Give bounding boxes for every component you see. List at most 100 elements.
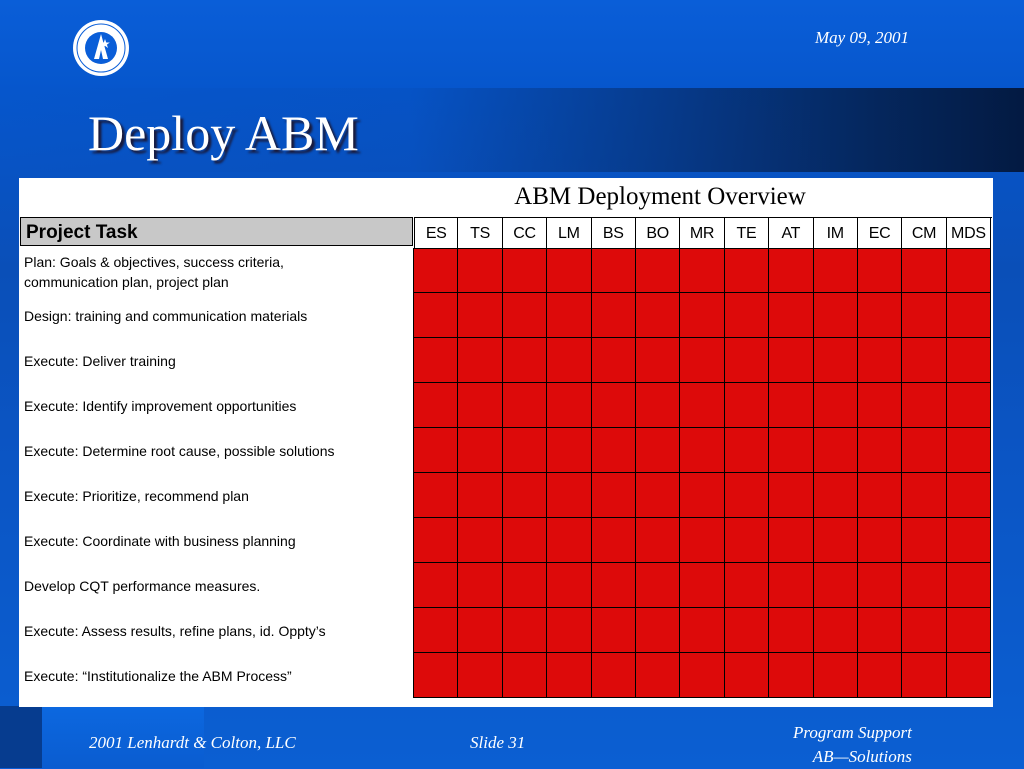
footer-copyright: 2001 Lenhardt & Colton, LLC xyxy=(89,733,296,752)
status-cell-te xyxy=(724,563,770,608)
task-text-line1: Execute: Deliver training xyxy=(24,352,176,369)
status-cells xyxy=(413,383,992,428)
task-cell: Execute: Assess results, refine plans, i… xyxy=(20,608,413,653)
column-header-te: TE xyxy=(725,218,770,249)
status-cells xyxy=(413,518,992,563)
status-cell-cc xyxy=(502,518,548,563)
status-cell-im xyxy=(813,428,858,473)
status-cell-mr xyxy=(680,518,725,563)
task-cell: Plan: Goals & objectives, success criter… xyxy=(20,248,413,293)
status-cell-cc xyxy=(502,653,548,698)
column-header-es: ES xyxy=(414,218,459,249)
task-cell: Execute: Identify improvement opportunit… xyxy=(20,383,413,428)
column-header-im: IM xyxy=(814,218,858,249)
status-cell-bs xyxy=(591,473,636,518)
task-text-line1: Execute: Assess results, refine plans, i… xyxy=(24,622,326,639)
status-cell-bo xyxy=(635,338,681,383)
status-cell-at xyxy=(769,473,814,518)
table-row: Execute: Determine root cause, possible … xyxy=(20,428,992,473)
status-cell-lm xyxy=(547,248,592,293)
status-cell-bs xyxy=(591,653,636,698)
status-cell-bo xyxy=(635,293,681,338)
status-cell-lm xyxy=(547,428,592,473)
status-cell-ts xyxy=(458,473,503,518)
footer-program-line1: Program Support xyxy=(793,723,912,742)
task-text: Execute: Coordinate with business planni… xyxy=(24,531,296,551)
status-cell-im xyxy=(813,338,858,383)
status-cell-at xyxy=(769,293,814,338)
status-cell-bs xyxy=(591,338,636,383)
table-row: Design: training and communication mater… xyxy=(20,293,992,338)
status-cell-cm xyxy=(902,338,947,383)
status-cell-ec xyxy=(857,473,903,518)
status-cell-ts xyxy=(458,653,503,698)
status-cell-at xyxy=(769,383,814,428)
table-row: Execute: “Institutionalize the ABM Proce… xyxy=(20,653,992,698)
status-cell-mds xyxy=(946,338,992,383)
status-cell-bs xyxy=(591,563,636,608)
status-cell-bo xyxy=(635,608,681,653)
column-header-lm: LM xyxy=(547,218,592,249)
status-cell-cm xyxy=(902,653,947,698)
table-title: ABM Deployment Overview xyxy=(514,183,806,210)
status-cell-bs xyxy=(591,293,636,338)
status-cell-te xyxy=(724,248,770,293)
status-cell-ts xyxy=(458,383,503,428)
task-text: Execute: Prioritize, recommend plan xyxy=(24,486,249,506)
status-cell-ec xyxy=(857,563,903,608)
task-text-line1: Plan: Goals & objectives, success criter… xyxy=(24,254,284,270)
status-cell-te xyxy=(724,383,770,428)
status-cell-at xyxy=(769,248,814,293)
column-header-cc: CC xyxy=(503,218,548,249)
status-cell-te xyxy=(724,293,770,338)
status-cell-cm xyxy=(902,473,947,518)
task-text: Execute: Deliver training xyxy=(24,351,176,371)
status-cell-mds xyxy=(946,293,992,338)
status-cell-mr xyxy=(680,248,725,293)
slide-title: Deploy ABM xyxy=(88,105,359,161)
status-cell-ts xyxy=(458,248,503,293)
task-text-line2: communication plan, project plan xyxy=(24,274,229,290)
status-cell-te xyxy=(724,338,770,383)
task-cell: Execute: Prioritize, recommend plan xyxy=(20,473,413,518)
status-cell-ec xyxy=(857,383,903,428)
status-cell-im xyxy=(813,653,858,698)
task-text: Execute: Identify improvement opportunit… xyxy=(24,396,296,416)
status-cells xyxy=(413,338,992,383)
status-cell-ec xyxy=(857,338,903,383)
status-cell-im xyxy=(813,293,858,338)
status-cells xyxy=(413,653,992,698)
status-cell-es xyxy=(414,563,459,608)
status-cell-bo xyxy=(635,473,681,518)
status-cell-mr xyxy=(680,383,725,428)
status-cell-es xyxy=(414,518,459,563)
task-text: Develop CQT performance measures. xyxy=(24,576,260,596)
status-cell-es xyxy=(414,248,459,293)
status-cell-bo xyxy=(635,383,681,428)
status-cell-cc xyxy=(502,563,548,608)
status-cell-cm xyxy=(902,383,947,428)
task-text-line1: Design: training and communication mater… xyxy=(24,307,308,324)
status-cells xyxy=(413,473,992,518)
status-cells xyxy=(413,248,992,293)
task-cell: Execute: Deliver training xyxy=(20,338,413,383)
column-header-ts: TS xyxy=(458,218,503,249)
task-text-line1: Execute: Coordinate with business planni… xyxy=(24,532,296,549)
status-cells xyxy=(413,563,992,608)
status-cell-cc xyxy=(502,608,548,653)
table-row: Execute: Prioritize, recommend plan xyxy=(20,473,992,518)
task-cell: Execute: Coordinate with business planni… xyxy=(20,518,413,563)
status-cell-bo xyxy=(635,428,681,473)
status-cell-ec xyxy=(857,428,903,473)
status-cell-cm xyxy=(902,563,947,608)
status-cell-im xyxy=(813,383,858,428)
status-cell-bs xyxy=(591,428,636,473)
table-row: Plan: Goals & objectives, success criter… xyxy=(20,248,992,293)
column-header-mr: MR xyxy=(680,218,725,249)
column-header-ec: EC xyxy=(858,218,903,249)
status-cell-bo xyxy=(635,563,681,608)
status-cells xyxy=(413,428,992,473)
status-cell-cm xyxy=(902,248,947,293)
status-cell-te xyxy=(724,518,770,563)
status-cell-mr xyxy=(680,428,725,473)
